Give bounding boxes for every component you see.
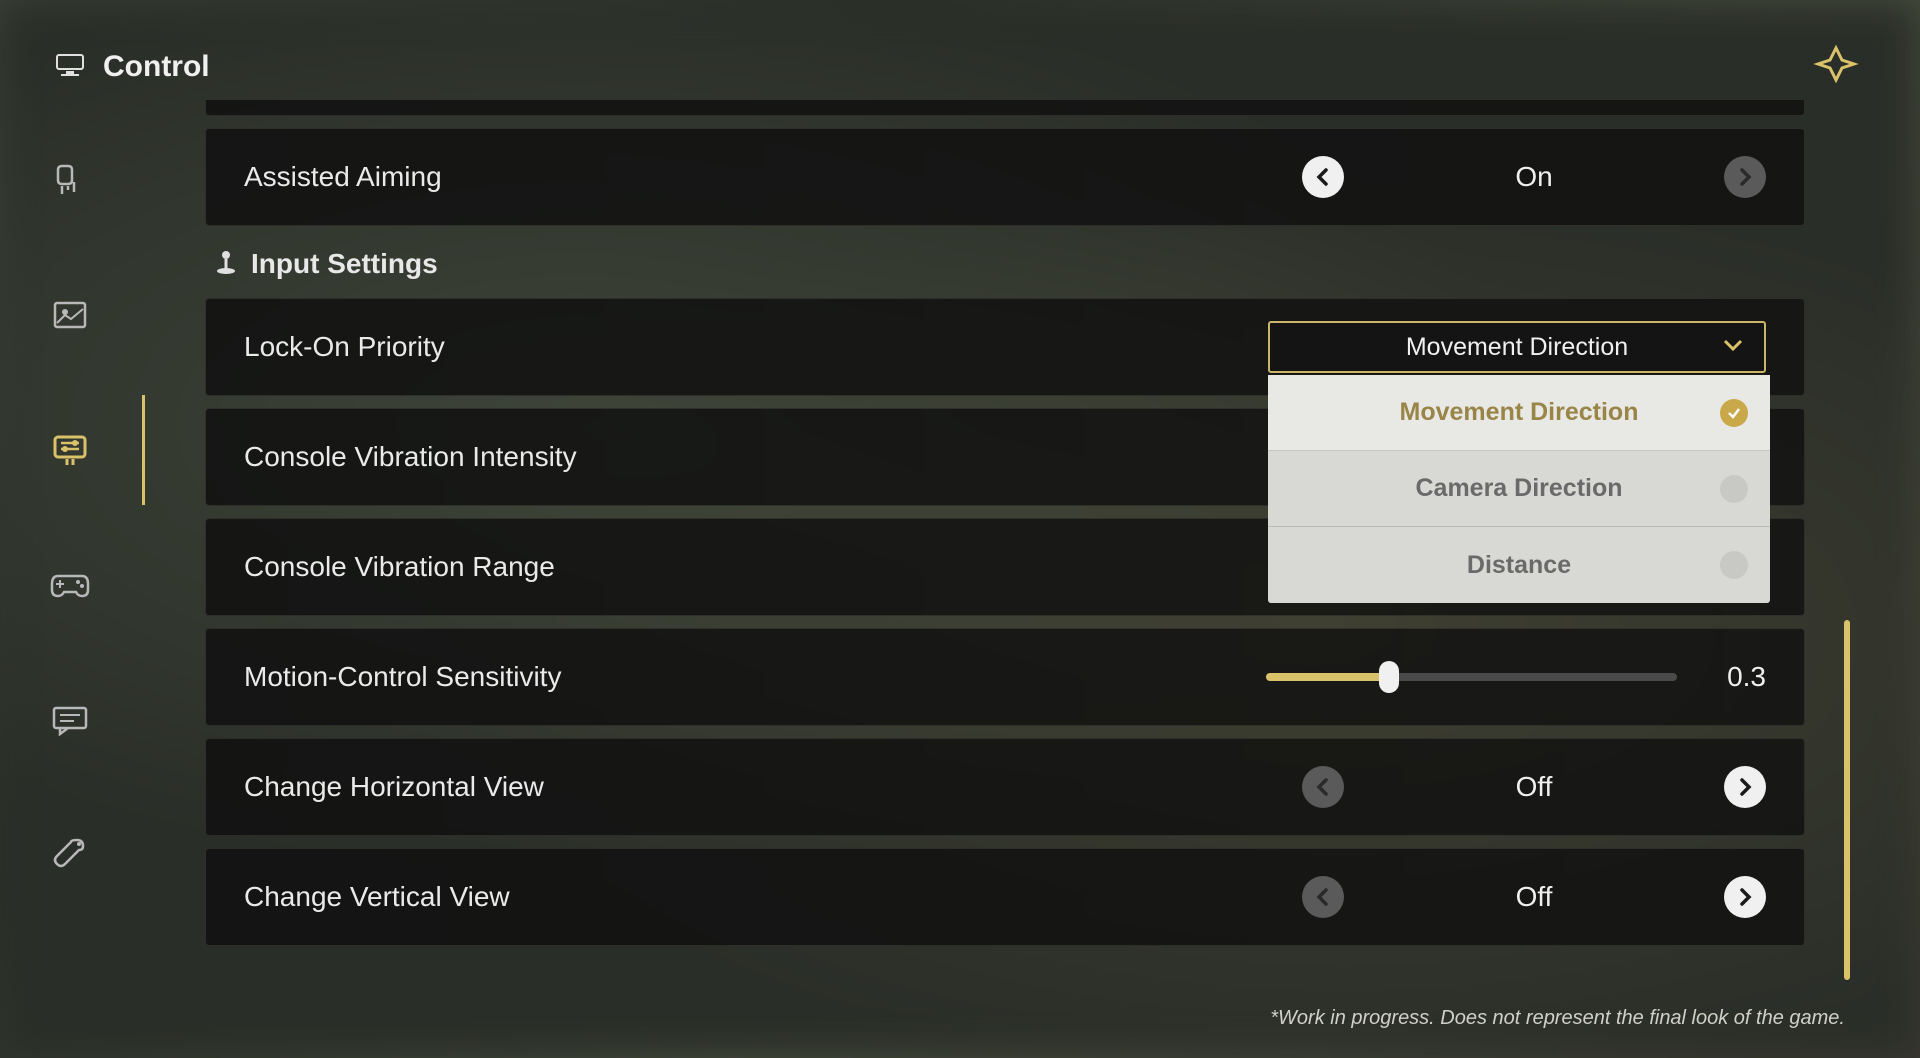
slider-track[interactable] xyxy=(1266,673,1677,681)
setting-label: Change Vertical View xyxy=(244,881,1266,913)
dropdown-option-camera-direction[interactable]: Camera Direction xyxy=(1268,451,1770,527)
close-button[interactable] xyxy=(1812,40,1860,88)
sidebar-item-settings[interactable] xyxy=(45,425,95,475)
dropdown-lock-on-priority[interactable]: Movement Direction Movement Direction Ca… xyxy=(1268,321,1766,373)
arrow-left-button[interactable] xyxy=(1302,156,1344,198)
slider-fill xyxy=(1266,673,1389,681)
control-icon xyxy=(55,53,85,82)
sidebar-item-chat[interactable] xyxy=(45,695,95,745)
dropdown-selected-value: Movement Direction xyxy=(1406,333,1628,362)
sidebar-item-display[interactable] xyxy=(45,290,95,340)
slider-control: 0.3 xyxy=(1266,661,1766,693)
setting-label: Change Horizontal View xyxy=(244,771,1266,803)
dropdown-menu: Movement Direction Camera Direction Dist… xyxy=(1268,375,1770,603)
scrollbar-thumb[interactable] xyxy=(1844,620,1850,980)
arrow-right-button[interactable] xyxy=(1724,876,1766,918)
section-header-input-settings: Input Settings xyxy=(205,238,1805,290)
toggle-value: Off xyxy=(1344,881,1724,913)
sidebar-item-controller[interactable] xyxy=(45,560,95,610)
setting-row-lock-on-priority: Lock-On Priority Movement Direction Move… xyxy=(205,298,1805,396)
sidebar-nav xyxy=(45,155,115,880)
slider-thumb[interactable] xyxy=(1379,661,1399,693)
page-title: Control xyxy=(103,50,210,84)
radio-unchecked-icon xyxy=(1720,551,1748,579)
radio-unchecked-icon xyxy=(1720,475,1748,503)
arrow-right-button[interactable] xyxy=(1724,156,1766,198)
setting-row-motion-control-sensitivity: Motion-Control Sensitivity 0.3 xyxy=(205,628,1805,726)
dropdown-option-distance[interactable]: Distance xyxy=(1268,527,1770,603)
toggle-control: Off xyxy=(1266,766,1766,808)
footer-disclaimer: *Work in progress. Does not represent th… xyxy=(1270,1007,1845,1030)
toggle-value: On xyxy=(1344,161,1724,193)
setting-label: Lock-On Priority xyxy=(244,331,1268,363)
chevron-down-icon xyxy=(1722,338,1744,357)
setting-row-combat-camera xyxy=(205,100,1805,116)
settings-panel: Assisted Aiming On Input Settings Lock-O… xyxy=(205,100,1805,980)
setting-row-assisted-aiming: Assisted Aiming On xyxy=(205,128,1805,226)
arrow-left-button[interactable] xyxy=(1302,766,1344,808)
sidebar-item-audio[interactable] xyxy=(45,155,95,205)
toggle-control: On xyxy=(1266,156,1766,198)
page-header: Control xyxy=(55,50,210,84)
arrow-right-button[interactable] xyxy=(1724,766,1766,808)
arrow-left-button[interactable] xyxy=(1302,876,1344,918)
setting-row-change-vertical-view: Change Vertical View Off xyxy=(205,848,1805,946)
slider-value: 0.3 xyxy=(1717,661,1766,693)
radio-checked-icon xyxy=(1720,399,1748,427)
setting-label: Assisted Aiming xyxy=(244,161,1266,193)
toggle-control: Off xyxy=(1266,876,1766,918)
scrollbar[interactable] xyxy=(1844,120,1850,980)
toggle-value: Off xyxy=(1344,771,1724,803)
setting-label: Motion-Control Sensitivity xyxy=(244,661,1266,693)
section-title: Input Settings xyxy=(251,248,438,280)
sidebar-item-tools[interactable] xyxy=(45,830,95,880)
setting-row-change-horizontal-view: Change Horizontal View Off xyxy=(205,738,1805,836)
joystick-icon xyxy=(215,249,237,280)
dropdown-option-movement-direction[interactable]: Movement Direction xyxy=(1268,375,1770,451)
